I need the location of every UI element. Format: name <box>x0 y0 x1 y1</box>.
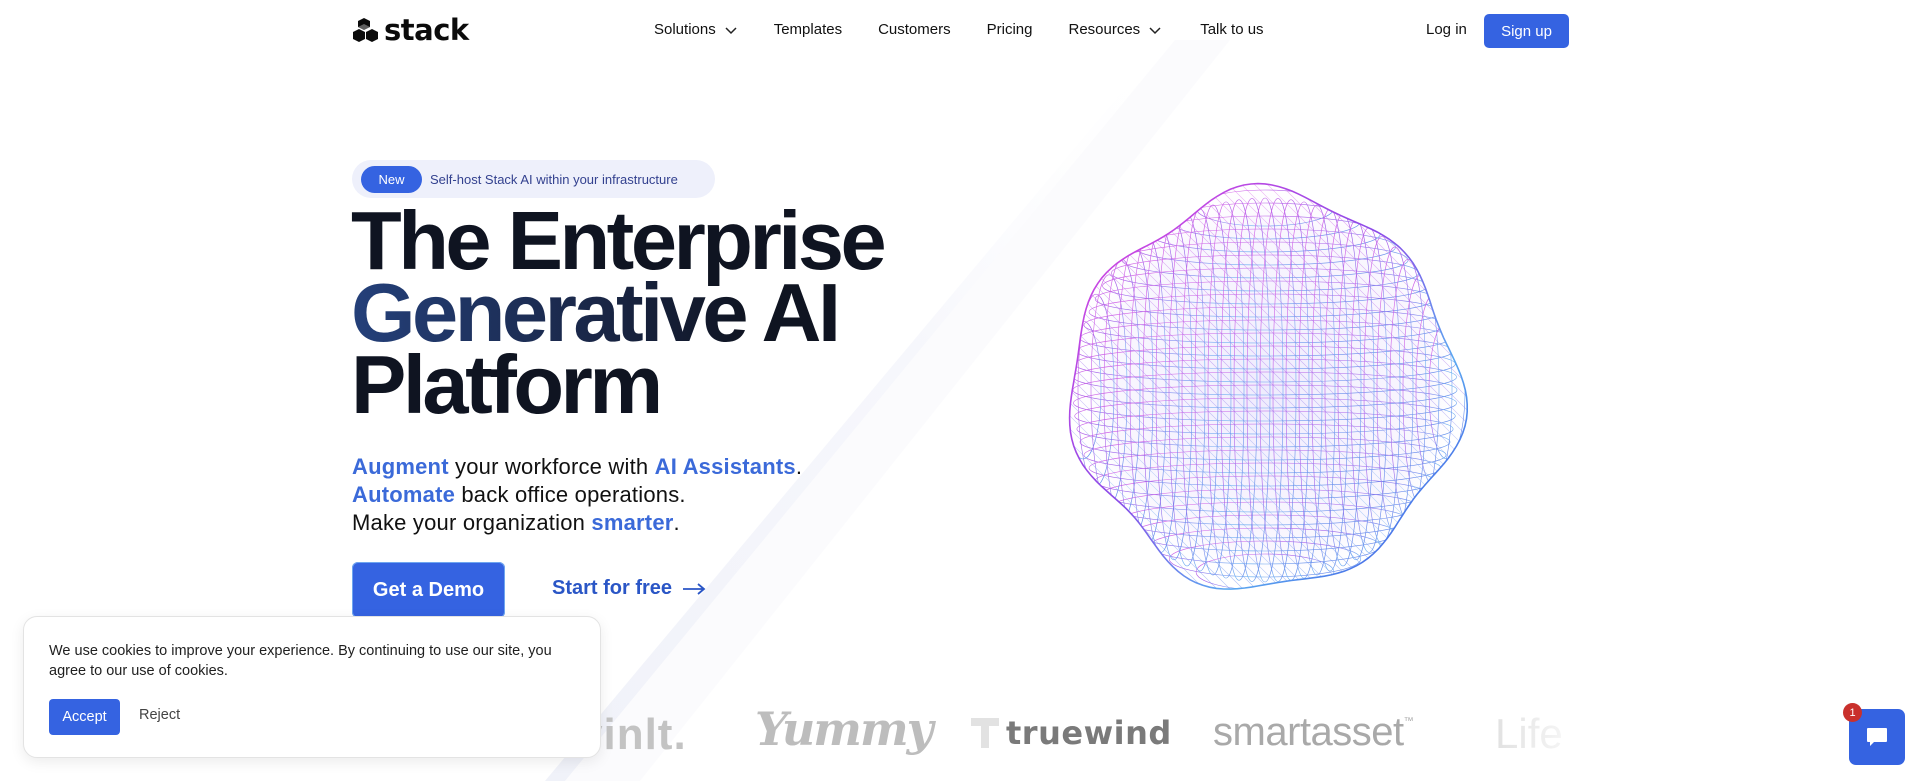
highlight-ai-assistants: AI Assistants <box>654 454 796 479</box>
logos-fade-overlay <box>1480 690 1620 781</box>
subtitle-text: back office operations. <box>455 482 686 507</box>
highlight-augment: Augment <box>352 454 449 479</box>
subtitle-line-2: Automate back office operations. <box>352 481 802 509</box>
subtitle-period: . <box>795 454 803 479</box>
hero-subtitle: Augment your workforce with AI Assistant… <box>352 453 802 537</box>
nav-solutions[interactable]: Solutions <box>654 21 738 38</box>
signup-button[interactable]: Sign up <box>1484 14 1569 48</box>
subtitle-text: Make your organization <box>352 510 592 535</box>
nav-templates[interactable]: Templates <box>774 21 842 38</box>
logo-smartasset: smartasset™ <box>1213 710 1414 755</box>
hero-headline: The Enterprise Generative AI Platform <box>351 199 887 431</box>
logo-yummy: Yummy <box>755 702 933 756</box>
brand-name: stack <box>384 13 469 47</box>
nav-customers-label: Customers <box>878 21 951 38</box>
arrow-right-icon <box>683 582 706 595</box>
get-demo-button[interactable]: Get a Demo <box>352 562 505 618</box>
chat-bubble-icon <box>1867 728 1887 746</box>
nav-pricing[interactable]: Pricing <box>987 21 1033 38</box>
truewind-t-icon <box>971 718 999 748</box>
logo-truewind: truewind <box>970 714 1172 752</box>
nav-talk-to-us[interactable]: Talk to us <box>1200 21 1263 38</box>
announcement-text: Self-host Stack AI within your infrastru… <box>430 171 678 187</box>
nav-resources[interactable]: Resources <box>1068 21 1162 38</box>
site-header: stack Solutions Templates Customers Pric… <box>0 0 1920 62</box>
chevron-down-icon <box>1149 26 1161 34</box>
subtitle-period: . <box>673 510 680 535</box>
nav-solutions-label: Solutions <box>654 21 716 38</box>
reject-cookies-button[interactable]: Reject <box>139 707 180 723</box>
subtitle-line-1: Augment your workforce with AI Assistant… <box>352 453 802 481</box>
announcement-pill[interactable]: New Self-host Stack AI within your infra… <box>352 160 715 198</box>
nav-talk-label: Talk to us <box>1200 21 1264 38</box>
smartasset-text: smartasset <box>1213 710 1404 754</box>
nav-templates-label: Templates <box>773 21 843 38</box>
main-nav: Solutions Templates Customers Pricing Re… <box>654 21 1264 38</box>
subtitle-line-3: Make your organization smarter. <box>352 509 802 537</box>
headline-line-3: Platform <box>351 338 663 431</box>
nav-customers[interactable]: Customers <box>878 21 951 38</box>
truewind-text: truewind <box>1006 714 1172 752</box>
accept-cookies-button[interactable]: Accept <box>49 699 120 735</box>
nav-resources-label: Resources <box>1068 21 1141 38</box>
highlight-automate: Automate <box>352 482 456 507</box>
cookie-banner: We use cookies to improve your experienc… <box>23 616 601 758</box>
wireframe-orb-illustration <box>1068 182 1468 590</box>
nav-pricing-label: Pricing <box>986 21 1033 38</box>
subtitle-text: your workforce with <box>448 454 655 479</box>
stack-cubes-icon <box>353 18 378 42</box>
stack-logo[interactable]: stack <box>352 15 469 45</box>
login-link[interactable]: Log in <box>1426 21 1467 38</box>
chevron-down-icon <box>725 26 737 34</box>
chat-unread-badge: 1 <box>1843 703 1862 722</box>
trademark: ™ <box>1403 716 1414 727</box>
start-free-link[interactable]: Start for free <box>552 577 706 600</box>
highlight-smarter: smarter <box>591 510 674 535</box>
cookie-message: We use cookies to improve your experienc… <box>49 643 552 679</box>
new-badge: New <box>361 165 422 193</box>
start-free-label: Start for free <box>552 577 673 599</box>
